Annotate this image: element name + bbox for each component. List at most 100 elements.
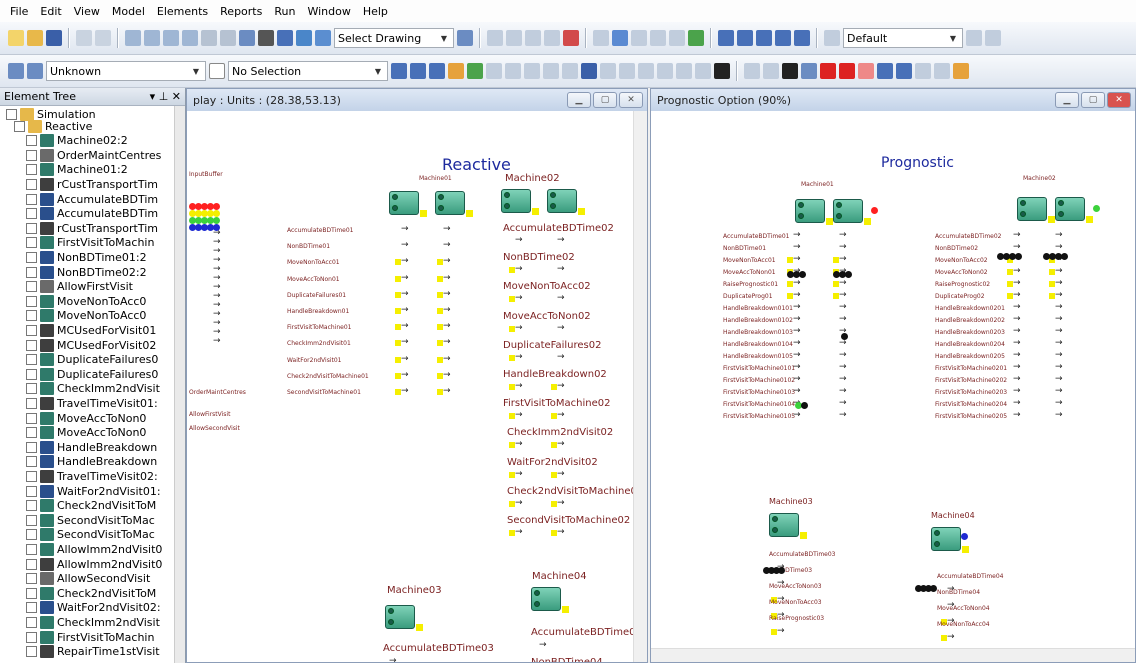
- checkbox[interactable]: [26, 500, 37, 512]
- align2-icon[interactable]: [763, 63, 779, 79]
- settings-icon[interactable]: [824, 30, 840, 46]
- table-grid-icon[interactable]: [877, 63, 893, 79]
- tree-item[interactable]: MoveNonToAcc0: [0, 308, 175, 324]
- rect2-icon[interactable]: [505, 63, 521, 79]
- chart-line-icon[interactable]: [775, 30, 791, 46]
- clipboard-icon[interactable]: [525, 30, 541, 46]
- tree-item[interactable]: MoveAccToNon0: [0, 410, 175, 426]
- chart2-icon[interactable]: [915, 63, 931, 79]
- checkbox[interactable]: [26, 646, 37, 658]
- text-tool-icon[interactable]: [600, 63, 616, 79]
- layout-icon[interactable]: [277, 30, 293, 46]
- tree-item[interactable]: FirstVisitToMachin: [0, 629, 175, 645]
- checkbox[interactable]: [26, 412, 37, 424]
- open-folder-icon[interactable]: [27, 30, 43, 46]
- save-icon[interactable]: [46, 30, 62, 46]
- machine03-icon[interactable]: [769, 511, 807, 539]
- copy-icon[interactable]: [487, 30, 503, 46]
- tree-item[interactable]: RepairTime1stVisit: [0, 644, 175, 660]
- zoom-out-icon[interactable]: [144, 30, 160, 46]
- checkbox[interactable]: [26, 178, 37, 190]
- pan-down-icon[interactable]: [220, 30, 236, 46]
- rect-icon[interactable]: [486, 63, 502, 79]
- checkbox[interactable]: [26, 281, 37, 293]
- tool-icon[interactable]: [934, 63, 950, 79]
- tree-item[interactable]: Machine01:2: [0, 162, 175, 178]
- font-size-icon[interactable]: [801, 63, 817, 79]
- tree-item[interactable]: WaitFor2ndVisit01:: [0, 483, 175, 499]
- unknown-combo[interactable]: Unknown ▼: [46, 61, 206, 81]
- tree-item[interactable]: HandleBreakdown: [0, 454, 175, 470]
- checkbox[interactable]: [26, 529, 37, 541]
- fill-color-icon[interactable]: [858, 63, 874, 79]
- expand-icon[interactable]: [209, 63, 225, 79]
- tree-item[interactable]: MoveAccToNon0: [0, 425, 175, 441]
- tree-item[interactable]: DuplicateFailures0: [0, 352, 175, 368]
- tree-item[interactable]: HandleBreakdown: [0, 439, 175, 455]
- shape-icon[interactable]: [467, 63, 483, 79]
- step-icon[interactable]: [985, 30, 1001, 46]
- checkbox[interactable]: [26, 631, 37, 643]
- machine01-icon[interactable]: [389, 189, 427, 217]
- checkbox[interactable]: [26, 543, 37, 555]
- checkbox[interactable]: [26, 616, 37, 628]
- tree-item[interactable]: OrderMaintCentres: [0, 147, 175, 163]
- checkbox[interactable]: [26, 222, 37, 234]
- tree-item[interactable]: Machine02:2: [0, 133, 175, 149]
- checkbox[interactable]: [26, 558, 37, 570]
- align-icon[interactable]: [744, 63, 760, 79]
- display-icon[interactable]: [296, 30, 312, 46]
- help-icon[interactable]: [676, 63, 692, 79]
- table-tool-icon[interactable]: [638, 63, 654, 79]
- list-icon[interactable]: [27, 63, 43, 79]
- redo-icon[interactable]: [95, 30, 111, 46]
- checkbox[interactable]: [26, 208, 37, 220]
- checkbox[interactable]: [26, 135, 37, 147]
- checkbox[interactable]: [26, 573, 37, 585]
- arrow-tool-icon[interactable]: [657, 63, 673, 79]
- zoom-fit-icon[interactable]: [163, 30, 179, 46]
- checkbox[interactable]: [26, 193, 37, 205]
- page-icon[interactable]: [593, 30, 609, 46]
- checkbox[interactable]: [26, 470, 37, 482]
- maximize-button[interactable]: ▢: [593, 92, 617, 108]
- new-icon[interactable]: [8, 30, 24, 46]
- chart-bar-icon[interactable]: [794, 30, 810, 46]
- select-drawing-combo[interactable]: Select Drawing ▼: [334, 28, 454, 48]
- checkbox[interactable]: [26, 441, 37, 453]
- menu-item-window[interactable]: Window: [301, 5, 356, 18]
- rect3-icon[interactable]: [524, 63, 540, 79]
- fx-icon[interactable]: [756, 30, 772, 46]
- machine02-icon[interactable]: [501, 187, 539, 215]
- palette-icon[interactable]: [563, 30, 579, 46]
- pointer-icon[interactable]: [391, 63, 407, 79]
- checkbox[interactable]: [26, 295, 37, 307]
- tree-item[interactable]: AccumulateBDTim: [0, 206, 175, 222]
- tree-item-group[interactable]: Reactive: [0, 118, 175, 134]
- checkbox[interactable]: [26, 587, 37, 599]
- tree-item[interactable]: rCustTransportTim: [0, 176, 175, 192]
- undo-icon[interactable]: [76, 30, 92, 46]
- machine02b-icon[interactable]: [547, 187, 585, 215]
- tree-scrollbar[interactable]: [174, 106, 185, 663]
- checkbox[interactable]: [26, 383, 37, 395]
- grid-icon[interactable]: [258, 30, 274, 46]
- machine03-icon[interactable]: [385, 603, 423, 631]
- machine01-icon[interactable]: [795, 197, 833, 225]
- tree-item[interactable]: MoveNonToAcc0: [0, 293, 175, 309]
- dropdown-icon[interactable]: ▾: [150, 90, 156, 103]
- close-icon[interactable]: ✕: [172, 90, 181, 103]
- machine02-icon[interactable]: [1017, 195, 1055, 223]
- checkbox[interactable]: [26, 164, 37, 176]
- machine01b-icon[interactable]: [435, 189, 473, 217]
- minimize-button[interactable]: ▁: [567, 92, 591, 108]
- tree-item[interactable]: TravelTimeVisit01:: [0, 395, 175, 411]
- tree-item[interactable]: AccumulateBDTim: [0, 191, 175, 207]
- pin-icon[interactable]: ⊥: [159, 90, 169, 103]
- pen-icon[interactable]: [695, 63, 711, 79]
- checkbox[interactable]: [26, 251, 37, 263]
- tree-item[interactable]: MCUsedForVisit01: [0, 322, 175, 338]
- checkbox[interactable]: [26, 266, 37, 278]
- close-button[interactable]: ✕: [619, 92, 643, 108]
- menu-item-help[interactable]: Help: [357, 5, 394, 18]
